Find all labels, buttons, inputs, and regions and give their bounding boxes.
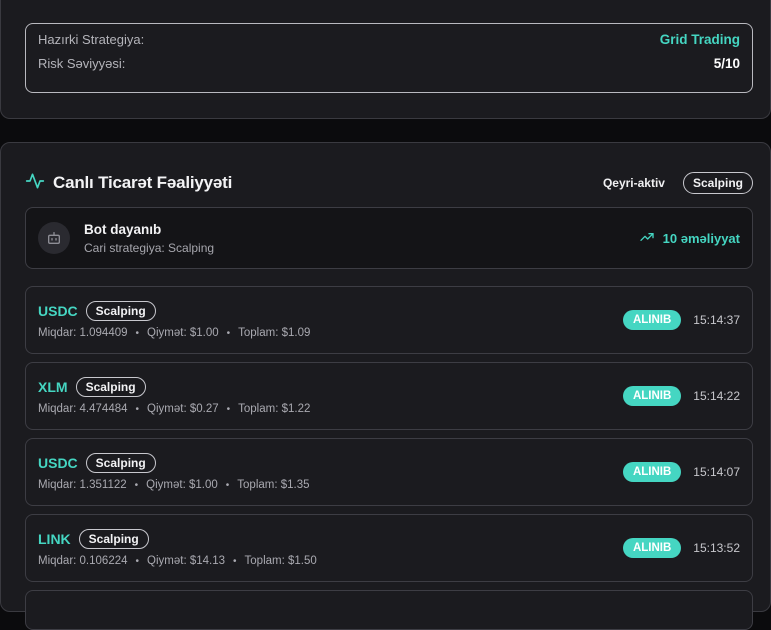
separator: • <box>226 327 231 339</box>
trade-time: 15:13:52 <box>693 541 740 555</box>
current-strategy-label: Hazırki Strategiya: <box>38 31 145 47</box>
trade-strategy-pill: Scalping <box>78 529 149 549</box>
strategy-pill: Scalping <box>682 172 753 194</box>
activity-header: Canlı Ticarət Fəaliyyəti Qeyri-aktiv Sca… <box>25 169 753 197</box>
trade-side-badge: ALINIB <box>622 538 682 558</box>
trade-price: Qiymət: $1.00 <box>147 327 219 339</box>
trade-row[interactable]: XLM Scalping Miqdar: 4.474484 • Qiymət: … <box>25 362 753 430</box>
trade-quantity: Miqdar: 1.351122 <box>38 479 127 491</box>
separator: • <box>134 479 139 491</box>
separator: • <box>135 403 140 415</box>
bot-status-panel: Bot dayanıb Cari strategiya: Scalping 10… <box>25 207 753 269</box>
separator: • <box>135 327 140 339</box>
trade-total: Toplam: $1.22 <box>238 403 311 415</box>
bot-status-title: Bot dayanıb <box>84 221 162 237</box>
trade-time: 15:14:07 <box>693 465 740 479</box>
operations-count-text: 10 əməliyyat <box>662 230 740 246</box>
trade-symbol: LINK <box>38 531 71 547</box>
trade-price: Qiymət: $1.00 <box>146 479 218 491</box>
operations-count: 10 əməliyyat <box>639 229 740 248</box>
risk-level-value: 5/10 <box>713 55 740 71</box>
trade-strategy-pill: Scalping <box>75 377 146 397</box>
activity-title: Canlı Ticarət Fəaliyyəti <box>53 173 233 192</box>
strategy-summary: Hazırki Strategiya: Grid Trading Risk Sə… <box>25 23 753 93</box>
trade-symbol: USDC <box>38 455 78 471</box>
trade-total: Toplam: $1.09 <box>238 327 311 339</box>
risk-level-row: Risk Səviyyəsi: 5/10 <box>38 51 740 75</box>
separator: • <box>225 479 230 491</box>
strategy-card: Hazırki Strategiya: Grid Trading Risk Sə… <box>0 0 771 119</box>
trade-row[interactable]: USDC Scalping Miqdar: 1.094409 • Qiymət:… <box>25 286 753 354</box>
trade-strategy-pill: Scalping <box>85 453 156 473</box>
separator: • <box>233 555 237 567</box>
bot-status-text: Qeyri-aktiv <box>602 176 665 190</box>
live-trading-card: Canlı Ticarət Fəaliyyəti Qeyri-aktiv Sca… <box>0 142 771 630</box>
trade-quantity: Miqdar: 1.094409 <box>38 327 128 339</box>
trade-strategy-pill: Scalping <box>85 301 156 321</box>
trade-price: Qiymət: $0.27 <box>147 403 219 415</box>
trade-total: Toplam: $1.35 <box>237 479 310 491</box>
separator: • <box>135 555 140 567</box>
trade-total: Toplam: $1.50 <box>244 555 317 567</box>
current-strategy-value: Grid Trading <box>659 31 740 47</box>
activity-pulse-icon <box>25 171 45 196</box>
bot-current-strategy: Cari strategiya: Scalping <box>84 240 215 255</box>
trade-row-partial[interactable] <box>25 590 753 630</box>
trade-symbol: USDC <box>38 303 78 319</box>
bot-icon <box>38 222 70 254</box>
trending-up-icon <box>639 229 655 248</box>
trade-time: 15:14:37 <box>693 313 740 327</box>
trade-row[interactable]: LINK Scalping Miqdar: 0.106224 • Qiymət:… <box>25 514 753 582</box>
trade-price: Qiymət: $14.13 <box>147 555 226 567</box>
trade-quantity: Miqdar: 0.106224 <box>38 555 128 567</box>
trade-side-badge: ALINIB <box>622 310 682 330</box>
trade-side-badge: ALINIB <box>622 386 682 406</box>
separator: • <box>226 403 231 415</box>
trade-time: 15:14:22 <box>693 389 740 403</box>
current-strategy-row: Hazırki Strategiya: Grid Trading <box>38 27 740 51</box>
trade-row[interactable]: USDC Scalping Miqdar: 1.351122 • Qiymət:… <box>25 438 753 506</box>
trade-symbol: XLM <box>38 379 68 395</box>
trade-quantity: Miqdar: 4.474484 <box>38 403 128 415</box>
risk-level-label: Risk Səviyyəsi: <box>38 55 126 71</box>
trade-side-badge: ALINIB <box>622 462 682 482</box>
